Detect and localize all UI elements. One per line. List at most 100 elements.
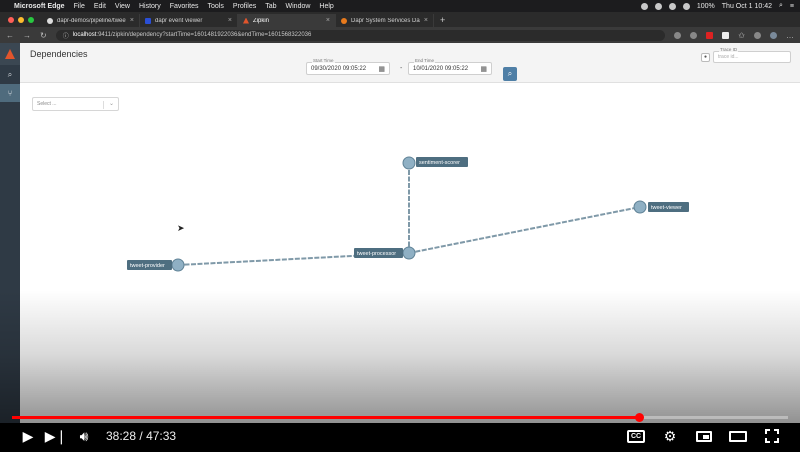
- status-icon[interactable]: [654, 2, 662, 10]
- zipkin-logo-icon: [5, 49, 15, 59]
- service-label-text: tweet-processor: [357, 251, 396, 257]
- service-label-tweet-viewer[interactable]: tweet-viewer: [648, 202, 689, 212]
- close-tab-icon[interactable]: ×: [424, 17, 428, 24]
- service-label-sentiment-scorer[interactable]: sentiment-scorer: [416, 157, 468, 167]
- tab-dapr-event-viewer[interactable]: dapr event viewer ×: [140, 14, 238, 27]
- extension-icon[interactable]: [690, 31, 698, 39]
- extension-icon[interactable]: [706, 31, 714, 39]
- collections-icon[interactable]: [754, 31, 761, 39]
- address-bar[interactable]: ⓘ localhost:9411/zipkin/dependency?start…: [55, 29, 666, 41]
- video-controls: ▶ ▶❘ 🔊︎ 38:28 / 47:33 CC ⚙: [0, 422, 800, 450]
- new-tab-button[interactable]: +: [434, 15, 451, 27]
- more-icon[interactable]: …: [786, 31, 794, 40]
- settings-button[interactable]: ⚙: [656, 422, 684, 450]
- miniplayer-icon: [696, 430, 712, 442]
- time-separator: /: [139, 429, 143, 443]
- menu-tab[interactable]: Tab: [265, 3, 276, 10]
- status-icon[interactable]: [668, 2, 676, 10]
- menubar-app-name[interactable]: Microsoft Edge: [14, 3, 65, 10]
- service-node-tweet-viewer[interactable]: [633, 200, 647, 214]
- url-host: localhost: [72, 32, 97, 38]
- toolbar-extensions: ✩ …: [674, 31, 794, 40]
- mouse-cursor-icon: ➤: [177, 223, 185, 233]
- github-icon: [47, 17, 53, 24]
- video-progress-bar[interactable]: [12, 413, 788, 422]
- service-label-text: tweet-viewer: [651, 205, 682, 211]
- close-tab-icon[interactable]: ×: [228, 17, 232, 24]
- theater-icon: [729, 430, 747, 442]
- tab-label: dapr event viewer: [155, 17, 203, 24]
- tab-github[interactable]: dapr-demos/pipeline/tweet-p ×: [42, 14, 140, 27]
- service-node-tweet-processor[interactable]: [402, 246, 416, 260]
- profile-avatar[interactable]: [770, 31, 777, 39]
- close-tab-icon[interactable]: ×: [130, 17, 134, 24]
- tab-dapr-dashboard[interactable]: Dapr System Services Dashb ×: [336, 14, 434, 27]
- service-label-text: tweet-provider: [130, 263, 165, 269]
- tab-zipkin[interactable]: Zipkin ×: [238, 14, 336, 27]
- dependencies-icon: ⑂: [7, 88, 13, 98]
- service-label-tweet-provider[interactable]: tweet-provider: [127, 260, 172, 270]
- miniplayer-button[interactable]: [690, 422, 718, 450]
- tab-label: dapr-demos/pipeline/tweet-p: [57, 17, 126, 24]
- fullscreen-icon: [765, 429, 779, 443]
- menu-history[interactable]: History: [139, 3, 161, 10]
- menu-window[interactable]: Window: [286, 3, 311, 10]
- menu-profiles[interactable]: Profiles: [233, 3, 256, 10]
- fullscreen-button[interactable]: [758, 422, 786, 450]
- extension-icon[interactable]: [722, 31, 730, 39]
- sidebar-item-search[interactable]: ⌕: [0, 66, 20, 84]
- zipkin-icon: [243, 17, 249, 24]
- site-info-icon[interactable]: ⓘ: [63, 31, 69, 40]
- menu-tools[interactable]: Tools: [208, 3, 224, 10]
- menu-file[interactable]: File: [74, 3, 85, 10]
- menu-favorites[interactable]: Favorites: [170, 3, 199, 10]
- sidebar-item-dependencies[interactable]: ⑂: [0, 84, 20, 102]
- duration: 47:33: [146, 429, 177, 443]
- zipkin-main: Dependencies Start Time 09/30/2020 09:05…: [20, 43, 800, 423]
- tab-label: Dapr System Services Dashb: [351, 17, 420, 24]
- zipkin-sidebar: ⌕ ⑂: [0, 43, 20, 423]
- browser-tab-strip: dapr-demos/pipeline/tweet-p × dapr event…: [0, 12, 800, 27]
- service-node-sentiment-scorer[interactable]: [402, 156, 416, 170]
- service-node-tweet-provider[interactable]: [171, 258, 185, 272]
- menu-edit[interactable]: Edit: [94, 3, 106, 10]
- forward-icon[interactable]: →: [23, 31, 31, 40]
- menubar-status: 100% Thu Oct 1 10:42 ⌕ ≡: [640, 2, 794, 10]
- menu-view[interactable]: View: [115, 3, 130, 10]
- zoom-window-button[interactable]: [28, 17, 34, 23]
- back-icon[interactable]: ←: [6, 31, 14, 40]
- minimize-window-button[interactable]: [18, 17, 24, 23]
- close-tab-icon[interactable]: ×: [326, 17, 330, 24]
- edge-tweet-processor-to-tweet-viewer[interactable]: [408, 206, 641, 254]
- subtitles-button[interactable]: CC: [622, 422, 650, 450]
- play-button[interactable]: ▶: [14, 422, 42, 450]
- extension-icon[interactable]: [674, 31, 682, 39]
- tab-label: Zipkin: [253, 17, 270, 24]
- search-icon: ⌕: [7, 70, 13, 79]
- menu-list-icon[interactable]: ≡: [790, 3, 794, 10]
- played-bar: [12, 416, 640, 419]
- favorites-icon[interactable]: ✩: [738, 31, 745, 40]
- battery-percent: 100%: [696, 2, 715, 10]
- time-display: 38:28 / 47:33: [106, 429, 176, 443]
- url-path: :9411/zipkin/dependency?startTime=160148…: [96, 32, 312, 38]
- dapr-dashboard-icon: [341, 17, 347, 24]
- theater-mode-button[interactable]: [724, 422, 752, 450]
- current-time: 38:28: [106, 429, 137, 443]
- zipkin-logo[interactable]: [0, 43, 20, 65]
- close-window-button[interactable]: [8, 17, 14, 23]
- spotlight-icon[interactable]: ⌕: [779, 2, 783, 10]
- menu-help[interactable]: Help: [319, 3, 333, 10]
- dependency-graph[interactable]: sentiment-scorer tweet-viewer tweet-provid…: [20, 43, 800, 423]
- service-label-tweet-processor[interactable]: tweet-processor: [354, 248, 403, 258]
- captions-icon: CC: [626, 429, 646, 443]
- browser-toolbar: ← → ↻ ⓘ localhost:9411/zipkin/dependency…: [0, 27, 800, 43]
- service-label-text: sentiment-scorer: [419, 160, 460, 166]
- menubar-clock[interactable]: Thu Oct 1 10:42: [722, 3, 772, 10]
- status-icon[interactable]: [640, 2, 648, 10]
- reload-icon[interactable]: ↻: [40, 31, 47, 40]
- wifi-icon[interactable]: [682, 2, 690, 10]
- window-controls: [0, 17, 42, 27]
- next-button[interactable]: ▶❘: [42, 422, 70, 450]
- volume-icon[interactable]: 🔊︎: [70, 422, 98, 450]
